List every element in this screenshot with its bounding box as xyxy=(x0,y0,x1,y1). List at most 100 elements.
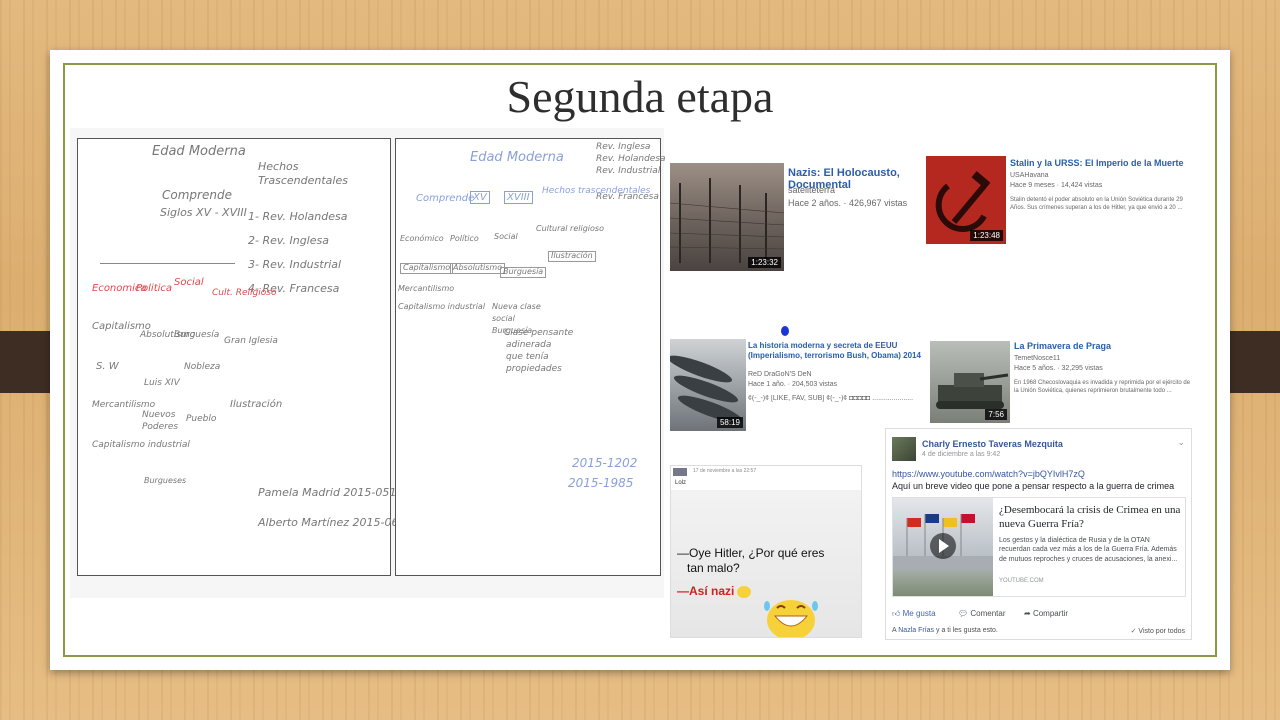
hw-text: Rev. Industrial xyxy=(596,166,661,176)
hw-text: Rev. Inglesa xyxy=(596,142,651,152)
video-thumbnail[interactable]: 1:23:48 xyxy=(926,156,1006,244)
hw-text: propiedades xyxy=(506,364,562,374)
hw-text: Capitalismo xyxy=(400,263,454,274)
hw-text: Siglos XV - XVIII xyxy=(160,206,247,219)
hw-text: que tenía xyxy=(506,352,549,362)
video-result-praga[interactable]: 7:56 La Primavera de Praga TemetNosce11 … xyxy=(928,337,1200,427)
hw-text: 2015-1985 xyxy=(568,476,634,490)
hw-text: Luis XIV xyxy=(144,378,180,388)
video-result-eeuu[interactable]: 58:19 La historia moderna y secreta de E… xyxy=(668,335,930,435)
link-preview-card[interactable]: ¿Desembocará la crisis de Crimea en una … xyxy=(892,497,1186,597)
link-preview-description: Los gestos y la dialéctica de Rusia y de… xyxy=(999,537,1178,563)
video-duration: 1:23:32 xyxy=(748,257,781,268)
hw-text: Hechos xyxy=(258,160,299,173)
video-channel[interactable]: sateliteterra xyxy=(788,185,835,195)
post-date[interactable]: 4 de diciembre a las 9:42 xyxy=(922,451,1000,458)
video-title[interactable]: Stalin y la URSS: El Imperio de la Muert… xyxy=(1010,158,1184,168)
smile-emoji-icon xyxy=(737,586,751,598)
hw-text: XVIII xyxy=(504,191,533,204)
thumbs-up-icon: 👍︎ xyxy=(892,609,901,618)
hw-text: Nobleza xyxy=(184,362,221,372)
share-label: Compartir xyxy=(1032,609,1069,618)
video-meta: Hace 5 años. · 32,295 vistas xyxy=(1014,365,1103,372)
video-duration: 1:23:48 xyxy=(970,230,1003,241)
video-thumbnail[interactable]: 58:19 xyxy=(670,339,746,431)
video-description: Stalin detentó el poder absoluto en la U… xyxy=(1010,197,1183,212)
video-meta: Hace 2 años. · 426,967 vistas xyxy=(788,198,908,208)
likes-summary: A Nazla Frías y a ti les gusta esto. xyxy=(892,627,998,634)
comment-icon: 💬︎ xyxy=(958,609,969,618)
hw-text: 2- Rev. Inglesa xyxy=(248,234,329,247)
video-duration: 7:56 xyxy=(985,409,1007,420)
video-thumbnail[interactable]: 7:56 xyxy=(930,341,1010,423)
hw-text: Ilustración xyxy=(230,399,283,410)
hw-text: Edad Moderna xyxy=(152,144,246,159)
video-duration: 58:19 xyxy=(716,417,743,428)
like-button[interactable]: 👍︎ Me gusta xyxy=(892,609,936,619)
hw-text: Burgueses xyxy=(144,476,187,485)
hw-text: Rev. Holandesa xyxy=(596,154,666,164)
laughing-emoji-icon xyxy=(764,600,818,637)
facebook-post: Charly Ernesto Taveras Mezquita 4 de dic… xyxy=(885,428,1192,640)
video-channel[interactable]: TemetNosce11 xyxy=(1014,355,1060,362)
meme-punchline: —Así nazi xyxy=(677,584,735,598)
chevron-down-icon[interactable]: ⌄ xyxy=(1177,437,1185,448)
hw-text: Económico xyxy=(400,234,444,243)
hw-text: Capitalismo industrial xyxy=(398,302,486,311)
handwritten-page-2: Edad Moderna Rev. Inglesa Rev. Holandesa… xyxy=(395,138,666,576)
post-author[interactable]: Charly Ernesto Taveras Mezquita xyxy=(922,439,1063,449)
fence-thumbnail-image xyxy=(670,178,784,263)
video-title[interactable]: La Primavera de Praga xyxy=(1014,341,1111,351)
hw-text: 3- Rev. Industrial xyxy=(248,258,342,271)
post-caption: Lolz xyxy=(675,480,687,486)
hw-text: Burguesía xyxy=(174,330,220,340)
post-date[interactable]: 17 de noviembre a las 22:57 xyxy=(693,468,756,474)
link-preview-title[interactable]: ¿Desembocará la crisis de Crimea en una … xyxy=(999,504,1181,532)
video-result-stalin[interactable]: 1:23:48 Stalin y la URSS: El Imperio de … xyxy=(924,152,1200,248)
hw-text: Politica xyxy=(136,283,173,294)
like-label: Me gusta xyxy=(902,609,936,618)
hw-text: Comprende xyxy=(416,193,475,204)
hw-text: Burguesía xyxy=(500,267,547,278)
hw-text: Mercantilismo xyxy=(398,284,455,293)
hw-text: 1- Rev. Holandesa xyxy=(248,210,348,223)
seen-label: Visto por todos xyxy=(1138,628,1185,635)
hw-text: Poderes xyxy=(142,422,179,432)
hw-text: Nueva clase xyxy=(492,302,541,311)
hw-text: Gran Iglesia xyxy=(224,336,278,346)
flags-preview-image xyxy=(893,514,993,570)
video-channel[interactable]: ReD DraGoN'S DeN xyxy=(748,371,812,378)
check-icon: ✓ xyxy=(1130,628,1137,635)
hw-text: Ilustración xyxy=(548,251,596,262)
handwritten-page-1: Edad Moderna Hechos Trascendentales Comp… xyxy=(77,138,412,576)
hw-text: Nuevos xyxy=(142,410,176,420)
avatar[interactable] xyxy=(673,468,687,476)
hw-text: Cult. Religioso xyxy=(212,288,277,298)
video-description: ¢(-_-)¢ [LIKE, FAV, SUB] ¢(-_-)¢ ◘◘◘◘◘ .… xyxy=(748,395,914,402)
hw-text: Pamela Madrid 2015-0512 xyxy=(258,486,404,499)
hw-text: adinerada xyxy=(506,340,552,350)
hw-text: social xyxy=(492,314,515,323)
share-button[interactable]: ➦ Compartir xyxy=(1024,609,1068,618)
hw-text: Social xyxy=(494,232,518,241)
video-meta: Hace 1 año. · 204,503 vistas xyxy=(748,381,838,388)
link-preview-image[interactable] xyxy=(893,498,993,596)
meme-post: 17 de noviembre a las 22:57 Lolz —Oye Hi… xyxy=(670,465,862,638)
hw-text: XV xyxy=(470,191,490,204)
video-title[interactable]: La historia moderna y secreta de EEUU (I… xyxy=(748,341,928,361)
avatar[interactable] xyxy=(892,437,916,461)
hw-text: 2015-1202 xyxy=(572,456,638,470)
hw-text: S. W xyxy=(96,361,119,372)
hw-text: Capitalismo industrial xyxy=(92,440,190,450)
likes-name-link[interactable]: Nazla Frías xyxy=(898,627,934,634)
hw-text: Comprende xyxy=(162,188,232,202)
video-result-holocausto[interactable]: 1:23:32 Nazis: El Holocausto, Documental… xyxy=(668,135,923,275)
video-thumbnail[interactable]: 1:23:32 xyxy=(670,163,784,271)
bullet-dot xyxy=(781,326,789,336)
video-description: En 1968 Checoslovaquia es invadida y rep… xyxy=(1014,380,1191,395)
video-channel[interactable]: USAHavana xyxy=(1010,172,1049,179)
video-meta: Hace 9 meses · 14,424 vistas xyxy=(1010,182,1103,189)
hw-text: Clase pensante xyxy=(504,328,574,338)
comment-button[interactable]: 💬︎ Comentar xyxy=(958,609,1006,618)
post-link[interactable]: https://www.youtube.com/watch?v=jbQYIvlH… xyxy=(892,469,1085,479)
